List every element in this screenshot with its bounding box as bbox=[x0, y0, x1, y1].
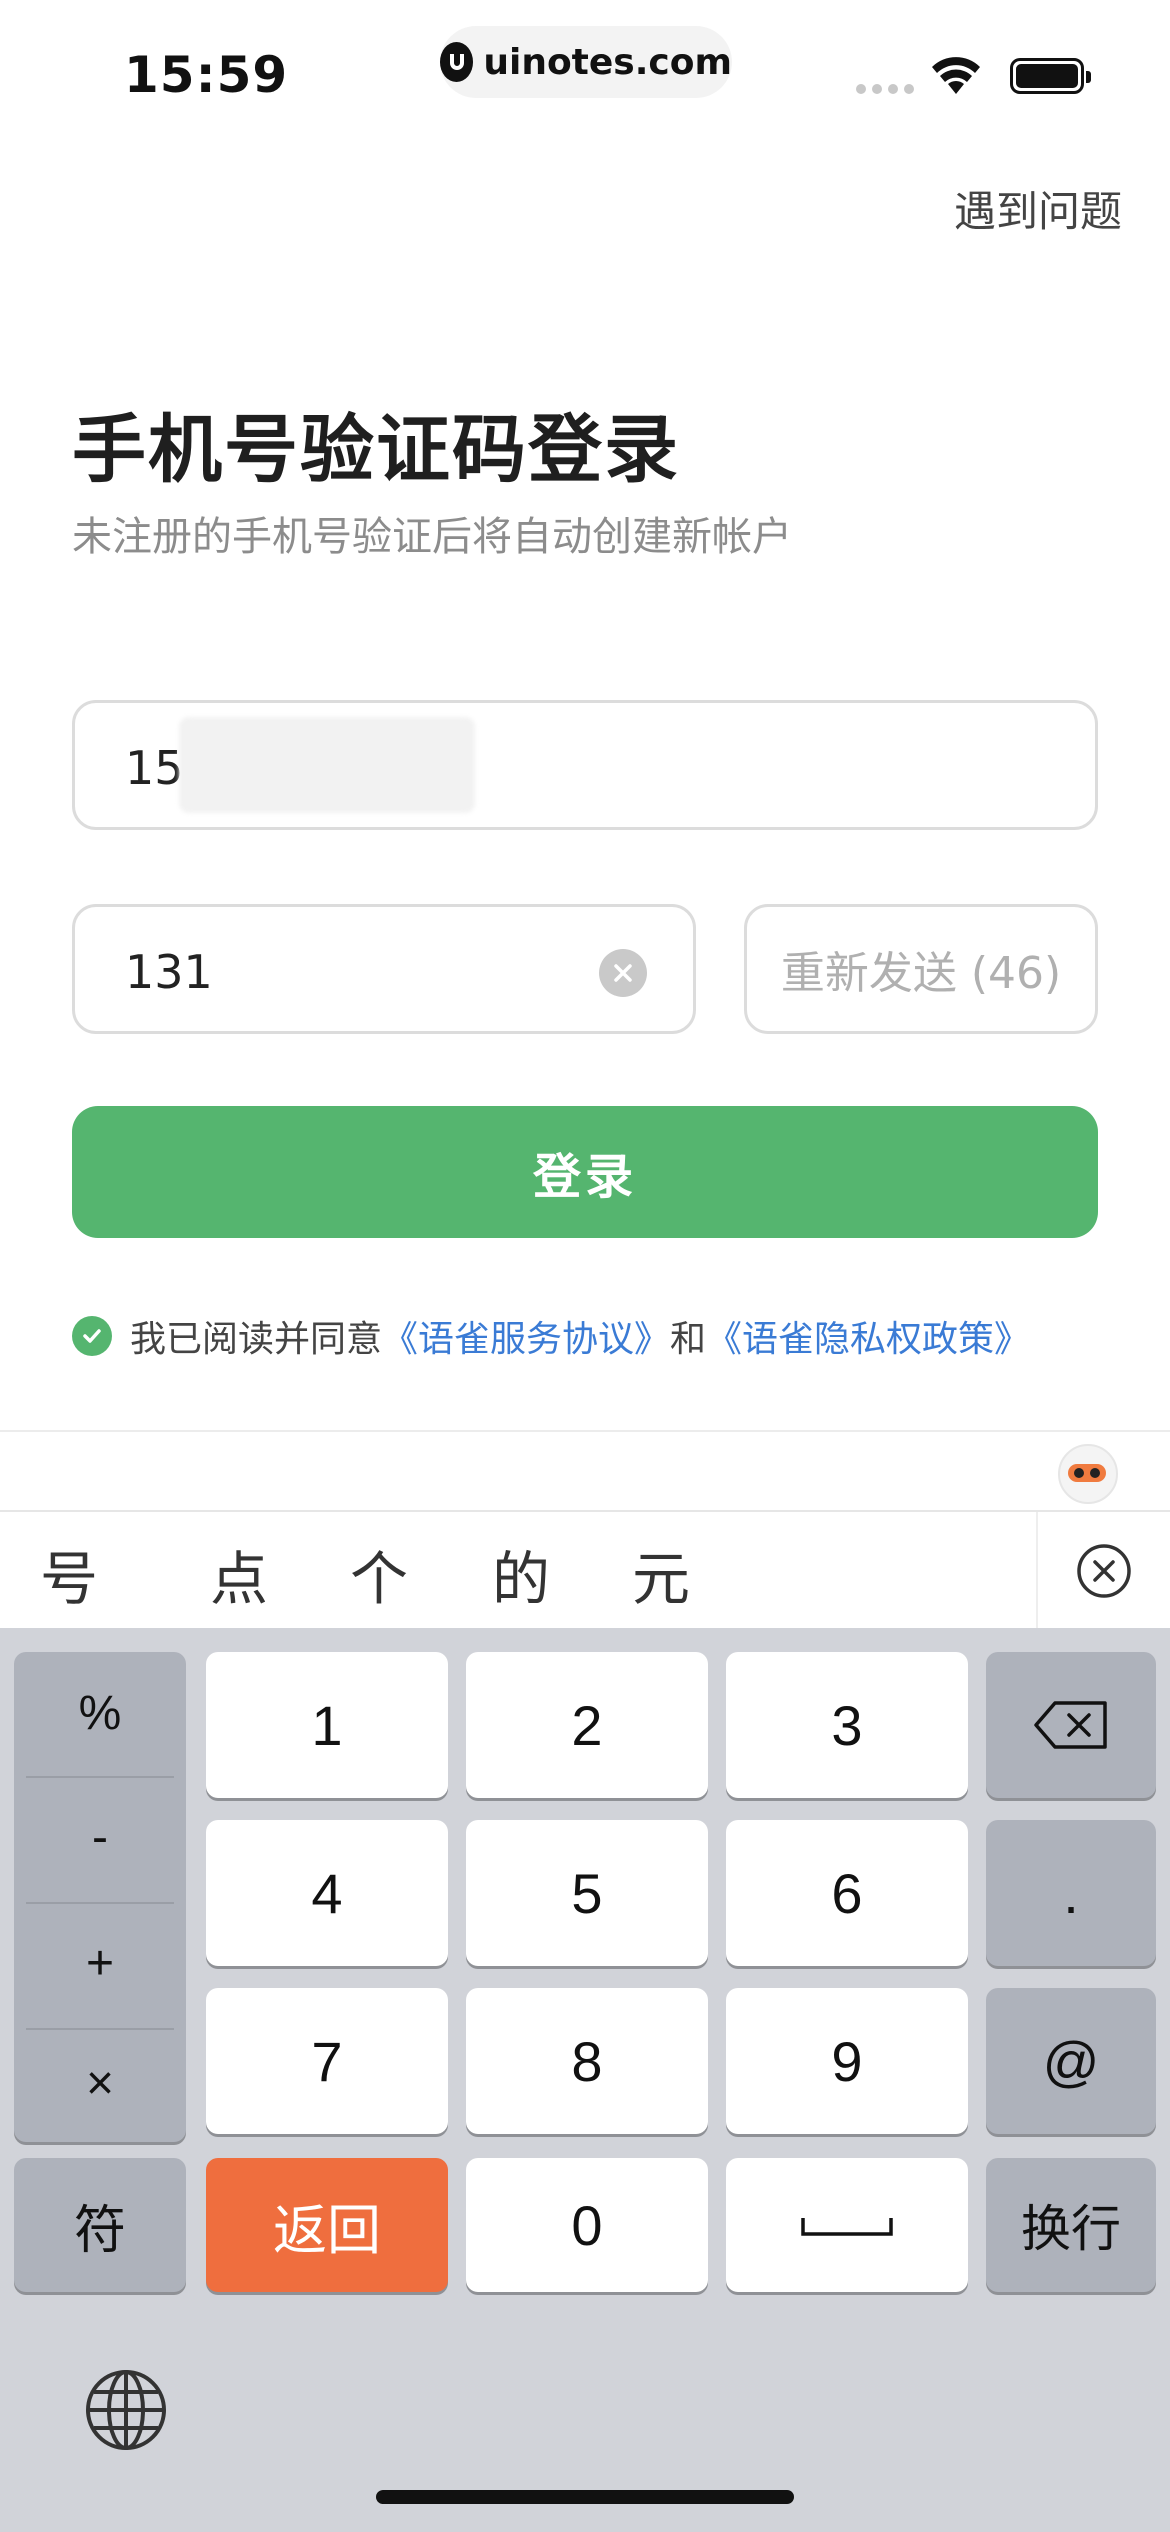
agreement-conjunction: 和 bbox=[670, 1319, 707, 1360]
key-at[interactable]: @ bbox=[986, 1988, 1156, 2134]
redacted-phone-mask bbox=[179, 717, 475, 813]
key-minus[interactable]: - bbox=[14, 1776, 186, 1898]
symbol-column[interactable]: % - + × bbox=[14, 1652, 186, 2142]
key-1[interactable]: 1 bbox=[206, 1652, 448, 1798]
key-7[interactable]: 7 bbox=[206, 1988, 448, 2134]
wifi-icon bbox=[932, 57, 980, 94]
key-5[interactable]: 5 bbox=[466, 1820, 708, 1966]
close-circle-icon bbox=[1077, 1544, 1131, 1598]
resend-label: 重新发送 (46) bbox=[780, 948, 1062, 999]
code-value: 131 bbox=[125, 945, 213, 999]
cellular-signal-icon bbox=[856, 84, 914, 94]
key-2[interactable]: 2 bbox=[466, 1652, 708, 1798]
agreement-prefix: 我已阅读并同意 bbox=[130, 1319, 383, 1360]
candidate-bar: 号 点 个 的 元 bbox=[0, 1510, 1170, 1630]
key-3[interactable]: 3 bbox=[726, 1652, 968, 1798]
return-key[interactable]: 换行 bbox=[986, 2158, 1156, 2292]
candidate-3[interactable]: 个 bbox=[350, 1532, 408, 1616]
key-multiply[interactable]: × bbox=[14, 2022, 186, 2144]
space-bar-icon bbox=[801, 2218, 893, 2236]
battery-icon bbox=[1010, 58, 1091, 94]
site-logo-icon bbox=[440, 42, 474, 82]
resend-code-button[interactable]: 重新发送 (46) bbox=[744, 904, 1098, 1034]
candidate-2[interactable]: 点 bbox=[210, 1532, 268, 1616]
key-8[interactable]: 8 bbox=[466, 1988, 708, 2134]
candidate-5[interactable]: 元 bbox=[632, 1532, 690, 1616]
divider bbox=[0, 1430, 1170, 1432]
url-text: uinotes.com bbox=[483, 41, 732, 83]
page-subtitle: 未注册的手机号验证后将自动创建新帐户 bbox=[72, 514, 792, 560]
space-key[interactable] bbox=[726, 2158, 968, 2292]
keyboard-mascot-icon[interactable] bbox=[1058, 1444, 1118, 1504]
candidate-close-button[interactable] bbox=[1036, 1512, 1170, 1630]
key-4[interactable]: 4 bbox=[206, 1820, 448, 1966]
globe-icon[interactable] bbox=[84, 2368, 168, 2452]
login-button-label: 登录 bbox=[532, 1149, 637, 1205]
verification-code-input[interactable]: 131 bbox=[72, 904, 696, 1034]
back-key[interactable]: 返回 bbox=[206, 2158, 448, 2292]
key-percent[interactable]: % bbox=[14, 1652, 186, 1774]
clear-code-button[interactable] bbox=[599, 949, 647, 997]
check-icon bbox=[83, 1329, 101, 1343]
candidate-1[interactable]: 号 bbox=[40, 1532, 98, 1616]
help-link[interactable]: 遇到问题 bbox=[954, 178, 1122, 239]
symbols-key[interactable]: 符 bbox=[14, 2158, 186, 2292]
privacy-link[interactable]: 《语雀隐私权政策》 bbox=[706, 1310, 1030, 1362]
key-6[interactable]: 6 bbox=[726, 1820, 968, 1966]
home-indicator bbox=[376, 2490, 794, 2504]
status-time: 15:59 bbox=[124, 46, 289, 104]
agree-checkbox[interactable] bbox=[72, 1316, 112, 1356]
backspace-icon bbox=[1034, 1701, 1107, 1749]
candidate-4[interactable]: 的 bbox=[492, 1532, 550, 1616]
phone-value: 15 bbox=[125, 741, 184, 795]
key-dot[interactable]: . bbox=[986, 1820, 1156, 1966]
page-title: 手机号验证码登录 bbox=[72, 407, 680, 493]
key-0[interactable]: 0 bbox=[466, 2158, 708, 2292]
backspace-key[interactable] bbox=[986, 1652, 1156, 1798]
agreement-row: 我已阅读并同意 《语雀服务协议》 和 《语雀隐私权政策》 bbox=[72, 1310, 1030, 1362]
phone-input[interactable]: 15 bbox=[72, 700, 1098, 830]
key-9[interactable]: 9 bbox=[726, 1988, 968, 2134]
url-pill[interactable]: uinotes.com bbox=[440, 26, 732, 98]
terms-link[interactable]: 《语雀服务协议》 bbox=[382, 1310, 670, 1362]
login-button[interactable]: 登录 bbox=[72, 1106, 1098, 1238]
close-icon bbox=[614, 964, 632, 982]
key-plus[interactable]: + bbox=[14, 1902, 186, 2024]
